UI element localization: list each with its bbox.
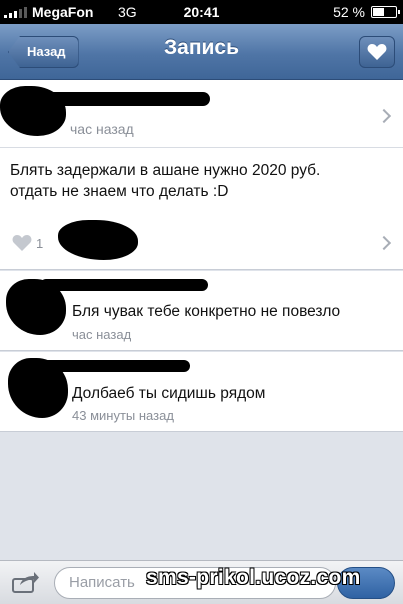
post-author-row[interactable]: час назад (0, 80, 403, 148)
share-icon[interactable] (12, 571, 40, 593)
heart-icon (367, 44, 387, 60)
post-time: час назад (70, 121, 134, 137)
battery-icon (371, 6, 400, 18)
navigation-bar: Назад Запись (0, 24, 403, 80)
post-text: Блять задержали в ашане нужно 2020 руб. … (10, 162, 321, 200)
content-area: час назад Блять задержали в ашане нужно … (0, 80, 403, 560)
chevron-right-icon (376, 108, 392, 124)
heart-icon (12, 235, 32, 251)
chevron-right-icon (376, 235, 392, 251)
comment-time: час назад (72, 327, 132, 342)
comment-item[interactable]: Бля чувак тебе конкретно не повезло час … (0, 271, 403, 351)
page-title: Запись (163, 36, 240, 59)
likes-count: 1 (36, 236, 44, 251)
redacted-name-scribble (40, 279, 208, 291)
post-card: час назад Блять задержали в ашане нужно … (0, 80, 403, 270)
like-button[interactable] (359, 36, 395, 68)
redacted-name-scribble (40, 92, 210, 106)
comment-text: Долбаеб ты сидишь рядом (72, 385, 266, 402)
comment-item[interactable]: Долбаеб ты сидишь рядом 43 минуты назад (0, 352, 403, 432)
watermark-text: sms-prikol.ucoz.com (146, 566, 361, 589)
redacted-name-scribble (40, 360, 190, 372)
battery-percent: 52 % (333, 4, 365, 20)
redacted-liker-scribble (58, 220, 138, 260)
comment-time: 43 минуты назад (72, 408, 174, 423)
status-bar: MegaFon 3G 20:41 52 % (0, 0, 403, 24)
likes-row[interactable]: 1 (0, 220, 403, 268)
comment-text: Бля чувак тебе конкретно не повезло (72, 303, 341, 320)
